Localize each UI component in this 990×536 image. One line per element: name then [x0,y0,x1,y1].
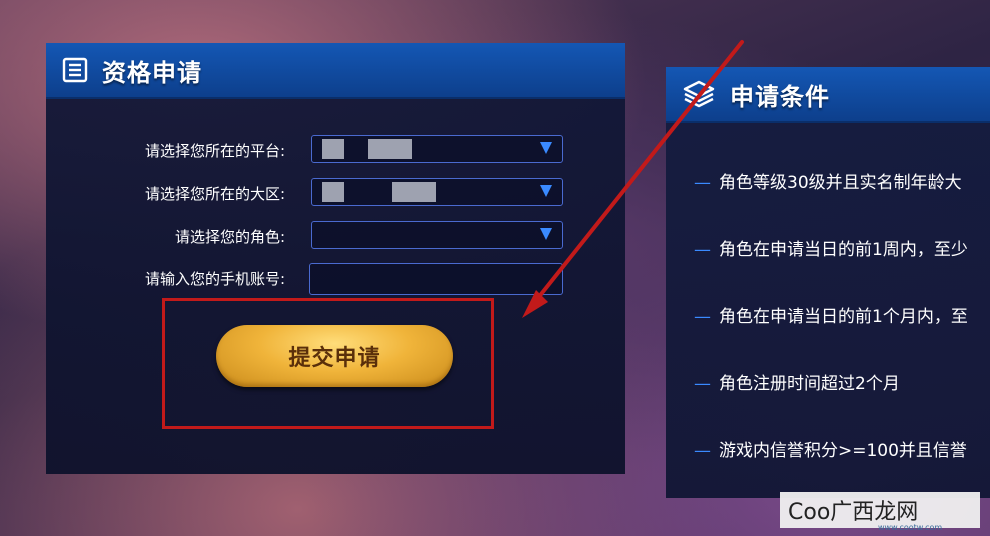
role-label: 请选择您的角色: [174,228,285,246]
dash-icon: — [694,307,711,327]
redacted-value [322,182,344,202]
redacted-value [368,139,412,159]
conditions-panel-header: 申请条件 [666,67,990,123]
condition-item: — 角色等级30级并且实名制年龄大 [694,168,962,193]
region-select[interactable] [311,178,563,206]
condition-text: 角色在申请当日的前1周内，至少 [719,240,968,260]
role-row: 请选择您的角色: [46,221,625,249]
annotation-highlight-box [162,298,494,429]
site-watermark-url: www.cootw.com [878,523,943,532]
platform-label: 请选择您所在的平台: [144,142,285,160]
phone-row: 请输入您的手机账号: [46,263,625,295]
condition-item: — 游戏内信誉积分>=100并且信誉 [694,436,967,461]
document-list-icon [62,57,88,83]
phone-input[interactable] [309,263,563,295]
condition-text: 角色注册时间超过2个月 [719,374,900,394]
region-row: 请选择您所在的大区: [46,178,625,206]
condition-text: 角色在申请当日的前1个月内，至 [719,307,968,327]
dash-icon: — [694,441,711,461]
platform-row: 请选择您所在的平台: [46,135,625,163]
condition-text: 角色等级30级并且实名制年龄大 [719,173,962,193]
dropdown-arrow-icon [540,228,552,240]
application-panel-header: 资格申请 [46,43,625,99]
redacted-value [392,182,436,202]
conditions-panel: 申请条件 — 角色等级30级并且实名制年龄大 — 角色在申请当日的前1周内，至少 —… [666,67,990,498]
dash-icon: — [694,374,711,394]
role-select[interactable] [311,221,563,249]
dash-icon: — [694,240,711,260]
application-panel-title: 资格申请 [102,58,202,87]
condition-item: — 角色在申请当日的前1周内，至少 [694,235,968,260]
condition-text: 游戏内信誉积分>=100并且信誉 [719,441,967,461]
condition-item: — 角色在申请当日的前1个月内，至 [694,302,968,327]
redacted-value [322,139,344,159]
phone-label: 请输入您的手机账号: [144,270,285,288]
region-label: 请选择您所在的大区: [144,185,285,203]
dropdown-arrow-icon [540,142,552,154]
layers-icon [682,79,716,109]
dash-icon: — [694,173,711,193]
condition-item: — 角色注册时间超过2个月 [694,369,900,394]
platform-select[interactable] [311,135,563,163]
dropdown-arrow-icon [540,185,552,197]
conditions-panel-title: 申请条件 [730,82,830,111]
